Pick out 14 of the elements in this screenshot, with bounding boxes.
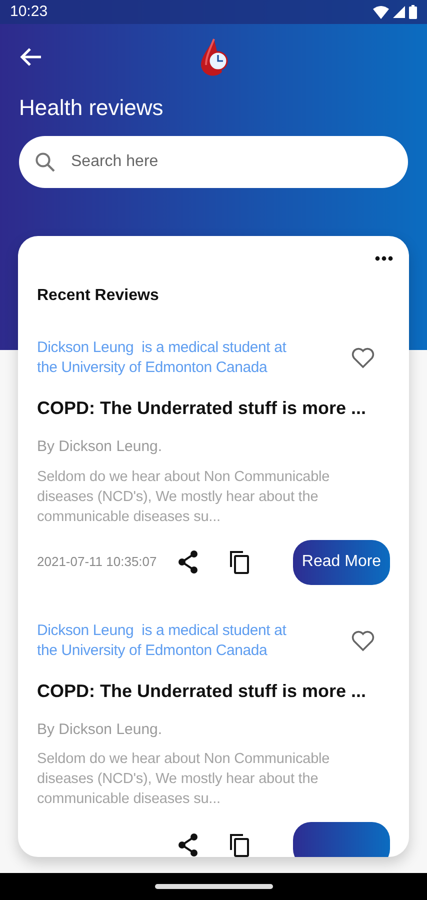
search-field[interactable]: Search here	[19, 136, 408, 188]
byline: By Dickson Leung.	[37, 720, 164, 740]
author-note: Dickson Leung is a medical student at the University of Edmonton Canada	[37, 338, 288, 378]
section-title: Recent Reviews	[36, 286, 160, 306]
status-time: 10:23	[10, 2, 48, 22]
review-date: 2021-07-11 10:35:07	[37, 553, 158, 572]
review-excerpt: Seldom do we hear about Non Communicable diseases (NCD's), We mostly hear about the communicable diseases su...	[37, 468, 331, 526]
review-excerpt: Seldom do we hear about Non Communicable diseases (NCD's), We mostly hear about the communicable diseases su...	[37, 750, 331, 809]
page-title: Health reviews	[18, 94, 164, 122]
byline: By Dickson Leung.	[37, 437, 164, 457]
author-note: Dickson Leung is a medical student at the University of Edmonton Canada	[37, 620, 288, 660]
read-more-button[interactable]: Read More	[293, 540, 390, 584]
review-title[interactable]: COPD: The Underrated stuff is more ...	[37, 395, 390, 422]
review-title[interactable]: COPD: The Underrated stuff is more ...	[37, 678, 390, 704]
